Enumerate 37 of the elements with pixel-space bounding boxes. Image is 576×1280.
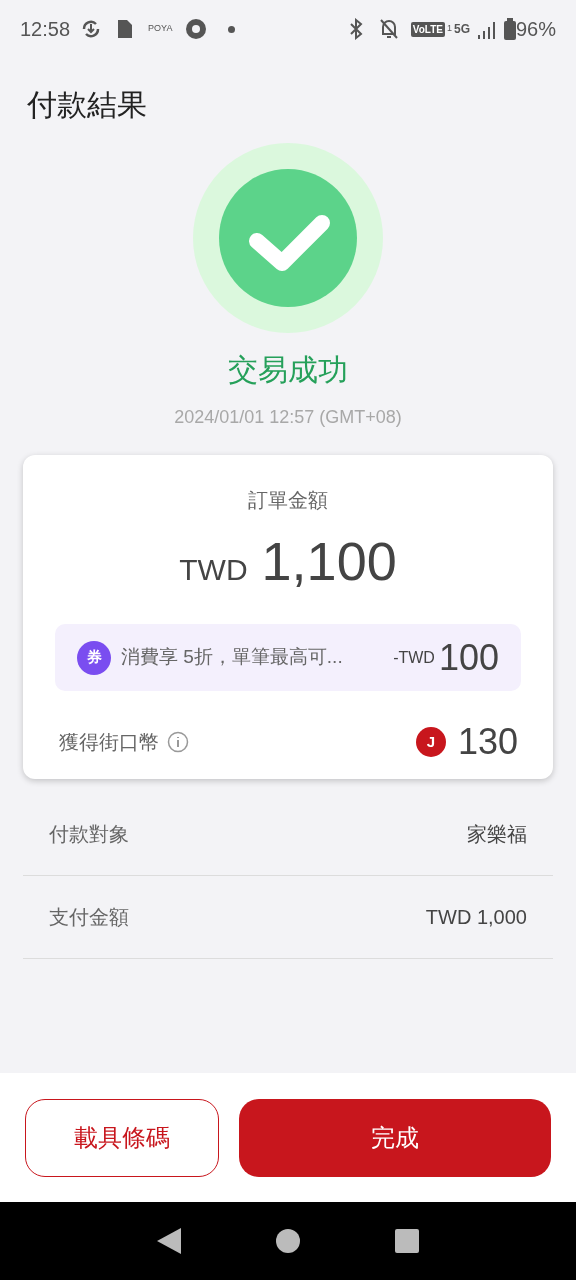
card-icon [116, 18, 135, 40]
detail-value: TWD 1,000 [425, 905, 527, 930]
order-amount-label: 訂單金額 [248, 488, 328, 513]
bluetooth-icon [348, 18, 363, 40]
discount-currency: -TWD [393, 647, 435, 668]
barcode-button[interactable]: 載具條碼 [25, 1098, 219, 1177]
browser-icon [186, 19, 207, 39]
page-title: 付款結果 [27, 87, 148, 123]
battery-percent: 96% [515, 17, 556, 42]
coupon-text: 消費享 5折，單筆最高可... [121, 645, 343, 670]
recents-icon[interactable] [394, 1229, 419, 1253]
info-icon [167, 731, 189, 753]
detail-label: 付款對象 [49, 822, 129, 847]
success-check-icon [193, 143, 383, 333]
done-button[interactable]: 完成 [239, 1098, 551, 1177]
network-label: 5G [453, 23, 470, 35]
signal-icon [475, 19, 496, 39]
status-text: 交易成功 [228, 352, 348, 388]
back-icon[interactable] [157, 1228, 182, 1254]
bell-off-icon [378, 18, 399, 40]
detail-value: 家樂福 [467, 822, 527, 847]
discount-amount: 100 [438, 635, 499, 680]
status-time: 12:58 [20, 17, 71, 42]
detail-label: 支付金額 [49, 905, 129, 930]
reward-label: 獲得街口幣 [59, 730, 159, 755]
coupon-badge: 券 [77, 640, 111, 675]
order-amount: 1,100 [261, 530, 397, 593]
timestamp: 2024/01/01 12:57 (GMT+08) [174, 406, 402, 429]
battery-icon [503, 18, 516, 40]
coin-badge: J [415, 727, 446, 757]
currency-label: TWD [179, 552, 248, 588]
sim-label: 1 [446, 22, 452, 36]
app-label: POYA [148, 22, 173, 36]
reward-amount: 130 [457, 720, 518, 764]
home-icon[interactable] [276, 1229, 300, 1253]
dot-icon [228, 25, 236, 33]
volte-badge: VoLTE [410, 21, 445, 37]
